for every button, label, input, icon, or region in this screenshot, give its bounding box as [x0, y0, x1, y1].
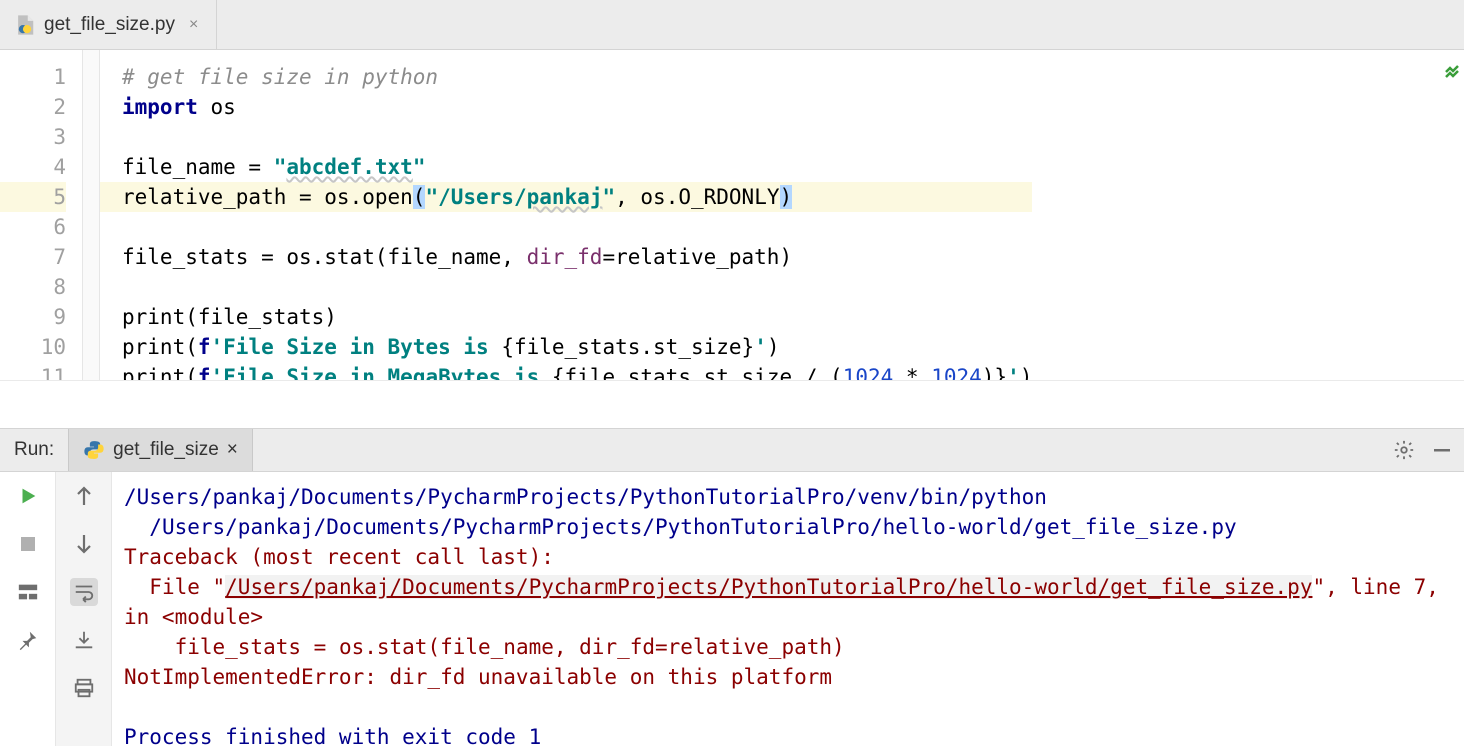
rerun-button[interactable]	[14, 482, 42, 510]
code-line[interactable]: print(f'File Size in MegaBytes is {file_…	[122, 362, 1032, 380]
soft-wrap-icon[interactable]	[70, 578, 98, 606]
down-arrow-icon[interactable]	[70, 530, 98, 558]
run-panel-label: Run:	[0, 439, 68, 461]
line-number: 5	[0, 182, 66, 212]
code-line[interactable]: import os	[122, 92, 1032, 122]
console-output[interactable]: /Users/pankaj/Documents/PycharmProjects/…	[112, 472, 1464, 746]
code-line[interactable]: file_stats = os.stat(file_name, dir_fd=r…	[122, 242, 1032, 272]
line-number: 1	[0, 62, 66, 92]
scroll-to-end-icon[interactable]	[70, 626, 98, 654]
pin-icon[interactable]	[14, 626, 42, 654]
console-command-arg: /Users/pankaj/Documents/PycharmProjects/…	[124, 515, 1237, 539]
line-number: 4	[0, 152, 66, 182]
process-exit: Process finished with exit code 1	[124, 725, 541, 746]
line-number: 2	[0, 92, 66, 122]
code-line[interactable]: file_name = "abcdef.txt"	[122, 152, 1032, 182]
code-line[interactable]	[122, 122, 1032, 152]
run-panel-header: Run: get_file_size ×	[0, 428, 1464, 472]
minimize-icon[interactable]	[1426, 434, 1458, 466]
run-tool-column-left	[0, 472, 56, 746]
code-line[interactable]: # get file size in python	[122, 62, 1032, 92]
panel-splitter[interactable]	[0, 380, 1464, 428]
code-line[interactable]: print(f'File Size in Bytes is {file_stat…	[122, 332, 1032, 362]
close-icon[interactable]: ×	[189, 16, 198, 34]
code-line[interactable]	[122, 212, 1032, 242]
close-icon[interactable]: ×	[227, 439, 238, 461]
line-number: 7	[0, 242, 66, 272]
python-file-icon	[14, 14, 36, 36]
traceback-error: NotImplementedError: dir_fd unavailable …	[124, 665, 832, 689]
up-arrow-icon[interactable]	[70, 482, 98, 510]
run-config-tab[interactable]: get_file_size ×	[68, 429, 253, 471]
file-tab[interactable]: get_file_size.py ×	[0, 0, 217, 49]
code-line[interactable]: relative_path = os.open("/Users/pankaj",…	[100, 182, 1032, 212]
traceback-file-link[interactable]: /Users/pankaj/Documents/PycharmProjects/…	[225, 575, 1312, 599]
run-config-name: get_file_size	[113, 439, 219, 461]
traceback-file-prefix: File "	[124, 575, 225, 599]
line-number: 11	[0, 362, 66, 380]
run-tool-column-right	[56, 472, 112, 746]
line-number: 9	[0, 302, 66, 332]
traceback-header: Traceback (most recent call last):	[124, 545, 554, 569]
code-editor[interactable]: 1234567891011 # get file size in pythoni…	[0, 50, 1464, 380]
layout-button[interactable]	[14, 578, 42, 606]
traceback-source: file_stats = os.stat(file_name, dir_fd=r…	[124, 635, 845, 659]
gear-icon[interactable]	[1388, 434, 1420, 466]
line-number: 8	[0, 272, 66, 302]
print-icon[interactable]	[70, 674, 98, 702]
gutter-separator	[82, 50, 100, 380]
code-line[interactable]	[122, 272, 1032, 302]
console-command: /Users/pankaj/Documents/PycharmProjects/…	[124, 485, 1047, 509]
code-area[interactable]: # get file size in pythonimport os file_n…	[100, 50, 1032, 380]
inspection-health-icon[interactable]	[1444, 62, 1460, 78]
code-line[interactable]: print(file_stats)	[122, 302, 1032, 332]
file-tab-label: get_file_size.py	[44, 14, 175, 36]
line-number: 6	[0, 212, 66, 242]
line-number-gutter: 1234567891011	[0, 50, 82, 380]
line-number: 10	[0, 332, 66, 362]
run-panel-body: /Users/pankaj/Documents/PycharmProjects/…	[0, 472, 1464, 746]
python-icon	[83, 439, 105, 461]
line-number: 3	[0, 122, 66, 152]
editor-tabbar: get_file_size.py ×	[0, 0, 1464, 50]
stop-button[interactable]	[14, 530, 42, 558]
